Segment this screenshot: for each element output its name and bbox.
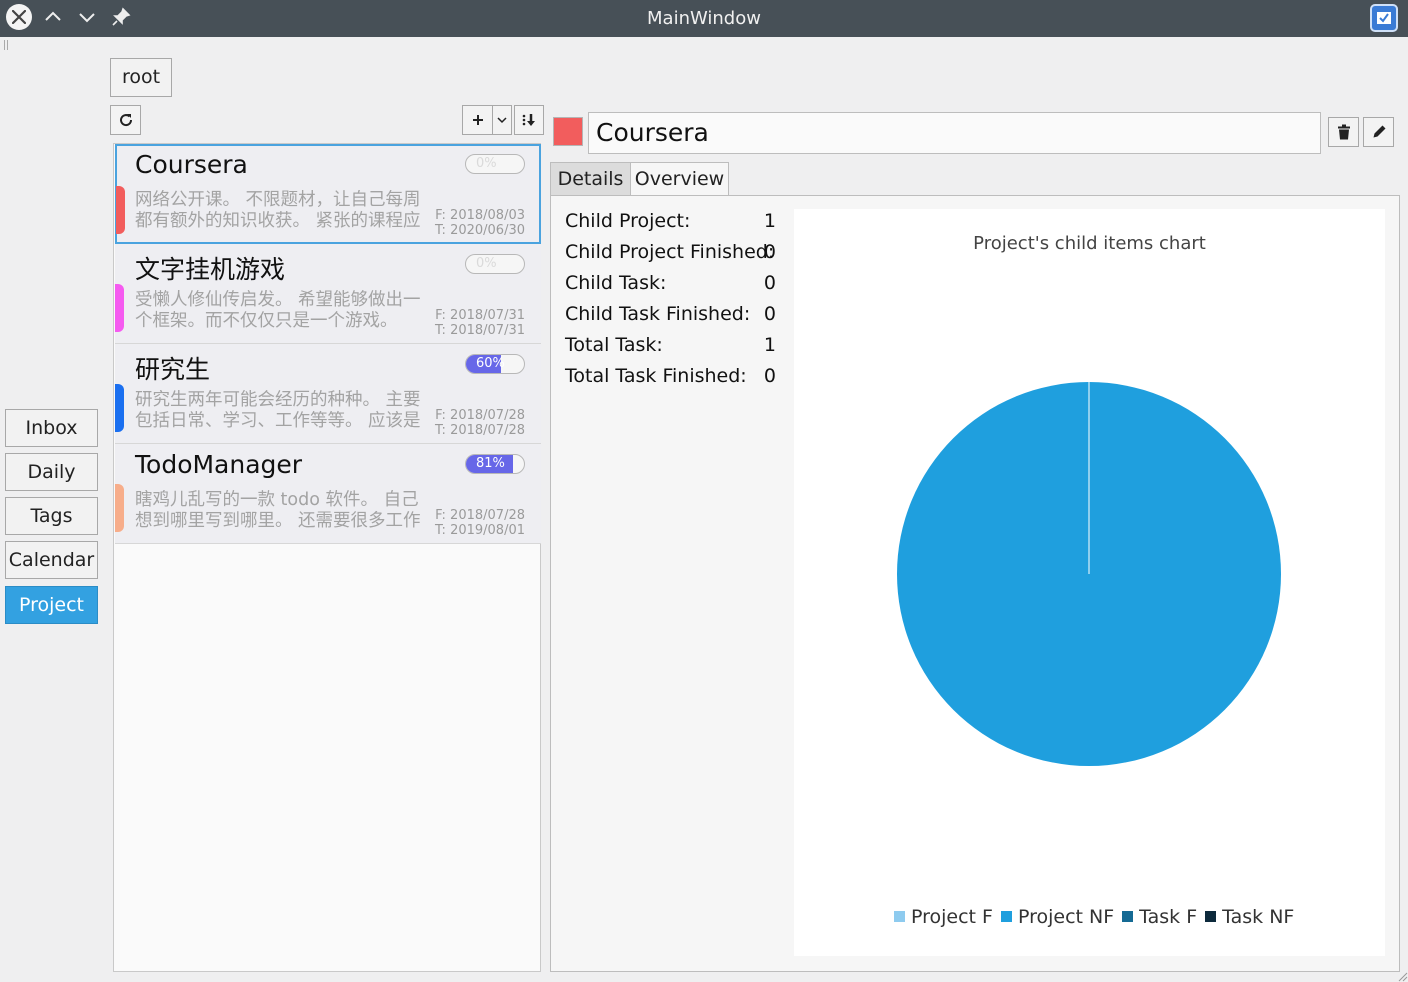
legend-item-task-nf: Task NF bbox=[1205, 906, 1294, 928]
project-dates: F: 2018/07/31 T: 2018/07/31 bbox=[435, 308, 525, 338]
stat-child-project-value: 1 bbox=[763, 210, 776, 232]
chevron-down-icon bbox=[497, 117, 507, 124]
legend-label: Project NF bbox=[1017, 906, 1115, 928]
project-description: 研究生两年可能会经历的种种。 主要 包括日常、学习、工作等等。 应该是 bbox=[135, 390, 421, 431]
stat-child-task-label: Child Task: bbox=[565, 272, 667, 294]
project-title: 文字挂机游戏 bbox=[135, 255, 286, 284]
project-list[interactable]: Coursera 0% 网络公开课。 不限题材，让自己每周 都有额外的知识收获。… bbox=[113, 143, 541, 972]
legend-label: Task NF bbox=[1222, 906, 1295, 928]
project-color-swatch[interactable] bbox=[553, 117, 583, 146]
tab-details[interactable]: Details bbox=[550, 162, 631, 196]
project-color-bar bbox=[115, 284, 124, 332]
date-to: T: 2018/07/31 bbox=[435, 323, 525, 338]
resize-grip-icon[interactable] bbox=[1396, 970, 1408, 982]
project-dates: F: 2018/07/28 T: 2018/07/28 bbox=[435, 408, 525, 438]
legend-swatch bbox=[1000, 911, 1012, 922]
splitter-grip[interactable] bbox=[4, 40, 8, 50]
legend-item-project-nf: Project NF bbox=[1000, 906, 1115, 928]
project-list-item[interactable]: TodoManager 81% 瞎鸡儿乱写的一款 todo 软件。 自己 想到哪… bbox=[115, 444, 541, 544]
nav-daily-button[interactable]: Daily bbox=[5, 453, 98, 491]
chart-legend: Project F Project NF Task F Task NF bbox=[894, 906, 1302, 928]
date-to: T: 2018/07/28 bbox=[435, 423, 525, 438]
sort-down-icon bbox=[522, 114, 535, 126]
date-from: F: 2018/07/31 bbox=[435, 308, 525, 323]
sort-button[interactable] bbox=[514, 105, 544, 135]
progress-label: 81% bbox=[476, 456, 505, 471]
stat-child-project-finished-value: 0 bbox=[763, 241, 776, 263]
date-from: F: 2018/08/03 bbox=[435, 208, 525, 223]
stat-child-task-value: 0 bbox=[763, 272, 776, 294]
project-list-item[interactable]: 研究生 60% 研究生两年可能会经历的种种。 主要 包括日常、学习、工作等等。 … bbox=[115, 344, 541, 444]
project-title: Coursera bbox=[135, 150, 248, 179]
legend-item-task-f: Task F bbox=[1122, 906, 1197, 928]
delete-button[interactable] bbox=[1328, 117, 1359, 147]
project-color-bar bbox=[115, 384, 124, 432]
pencil-icon bbox=[1373, 125, 1385, 138]
date-to: T: 2019/08/01 bbox=[435, 523, 525, 538]
legend-label: Project F bbox=[911, 906, 993, 928]
project-progress: 0% bbox=[465, 254, 525, 274]
legend-item-project-f: Project F bbox=[894, 906, 993, 928]
pie-chart bbox=[897, 382, 1281, 766]
nav-project-button[interactable]: Project bbox=[5, 586, 98, 624]
child-items-chart: Project's child items chart Project F Pro… bbox=[794, 209, 1385, 956]
add-project-button[interactable] bbox=[462, 105, 493, 135]
refresh-button[interactable] bbox=[110, 105, 141, 135]
project-title: 研究生 bbox=[135, 355, 211, 384]
nav-inbox-button[interactable]: Inbox bbox=[5, 409, 98, 447]
window-title: MainWindow bbox=[647, 8, 761, 29]
project-color-bar bbox=[116, 186, 125, 234]
project-progress: 81% bbox=[465, 454, 525, 474]
refresh-icon bbox=[119, 114, 132, 127]
title-bar: MainWindow bbox=[0, 0, 1408, 37]
project-description: 受懒人修仙传启发。 希望能够做出一 个框架。而不仅仅只是一个游戏。 bbox=[135, 290, 421, 331]
stat-total-task-finished-label: Total Task Finished: bbox=[565, 365, 747, 387]
add-dropdown-button[interactable] bbox=[492, 105, 512, 135]
breadcrumb-root-button[interactable]: root bbox=[110, 58, 172, 97]
progress-label: 0% bbox=[476, 256, 497, 271]
project-title: TodoManager bbox=[135, 450, 303, 479]
project-name-field[interactable]: Coursera bbox=[588, 112, 1321, 154]
date-to: T: 2020/06/30 bbox=[435, 223, 525, 238]
project-dates: F: 2018/08/03 T: 2020/06/30 bbox=[435, 208, 525, 238]
app-icon bbox=[1370, 4, 1398, 32]
project-progress: 0% bbox=[465, 154, 525, 174]
project-list-item[interactable]: 文字挂机游戏 0% 受懒人修仙传启发。 希望能够做出一 个框架。而不仅仅只是一个… bbox=[115, 244, 541, 344]
progress-label: 60% bbox=[476, 356, 505, 371]
project-progress: 60% bbox=[465, 354, 525, 374]
legend-swatch bbox=[1205, 911, 1217, 922]
project-description: 网络公开课。 不限题材，让自己每周 都有额外的知识收获。 紧张的课程应 bbox=[135, 190, 421, 231]
progress-label: 0% bbox=[476, 156, 497, 171]
stat-total-task-value: 1 bbox=[763, 334, 776, 356]
tab-overview[interactable]: Overview bbox=[630, 162, 729, 196]
legend-label: Task F bbox=[1139, 906, 1198, 928]
nav-calendar-button[interactable]: Calendar bbox=[5, 541, 98, 579]
legend-swatch bbox=[894, 911, 905, 922]
nav-tags-button[interactable]: Tags bbox=[5, 497, 98, 535]
stat-total-task-label: Total Task: bbox=[565, 334, 663, 356]
project-color-bar bbox=[115, 484, 124, 532]
date-from: F: 2018/07/28 bbox=[435, 508, 525, 523]
project-description: 瞎鸡儿乱写的一款 todo 软件。 自己 想到哪里写到哪里。 还需要很多工作 bbox=[135, 490, 421, 531]
trash-icon bbox=[1337, 124, 1350, 140]
edit-button[interactable] bbox=[1363, 117, 1394, 147]
project-dates: F: 2018/07/28 T: 2019/08/01 bbox=[435, 508, 525, 538]
stat-total-task-finished-value: 0 bbox=[763, 365, 776, 387]
project-list-item[interactable]: Coursera 0% 网络公开课。 不限题材，让自己每周 都有额外的知识收获。… bbox=[115, 144, 541, 244]
stat-child-project-label: Child Project: bbox=[565, 210, 691, 232]
plus-icon bbox=[472, 115, 483, 125]
stat-child-project-finished-label: Child Project Finished: bbox=[565, 241, 775, 263]
legend-swatch bbox=[1122, 911, 1134, 922]
date-from: F: 2018/07/28 bbox=[435, 408, 525, 423]
stat-child-task-finished-value: 0 bbox=[763, 303, 776, 325]
stat-child-task-finished-label: Child Task Finished: bbox=[565, 303, 751, 325]
